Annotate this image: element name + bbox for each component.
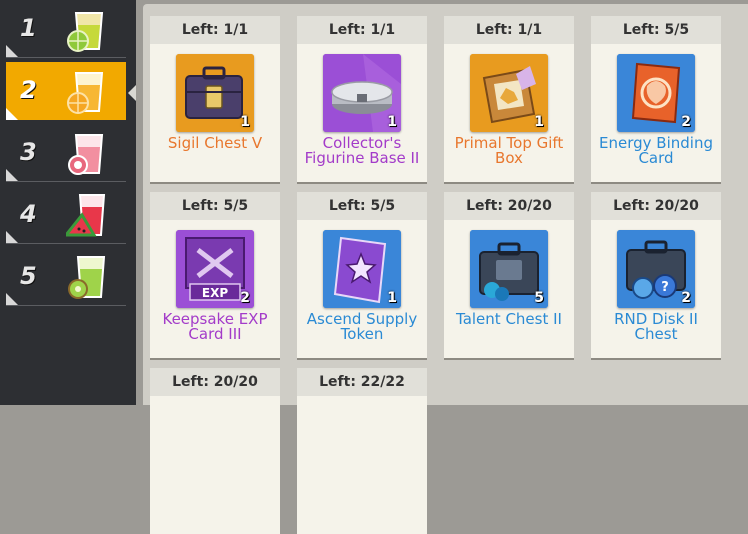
lime-juice-icon	[67, 12, 104, 52]
item-name: Talent Chest II	[456, 310, 562, 328]
sidebar-item-number: 1	[20, 14, 37, 42]
sidebar-item-2[interactable]: 2	[6, 62, 126, 120]
remaining-count: Left: 1/1	[444, 16, 574, 44]
orange-juice-icon	[67, 72, 104, 114]
sidebar-item-number: 4	[20, 200, 37, 228]
svg-text:?: ?	[661, 280, 669, 295]
remaining-count: Left: 5/5	[150, 192, 280, 220]
active-pointer	[128, 85, 136, 101]
item-icon-frame: ? 2	[617, 230, 695, 308]
item-name: Ascend Supply Token	[306, 310, 418, 343]
corner-marker	[6, 108, 18, 120]
item-icon-frame: 5	[470, 230, 548, 308]
item-name: Primal Top Gift Box	[454, 134, 564, 167]
item-quantity: 2	[681, 290, 691, 306]
remaining-count: Left: 22/22	[297, 368, 427, 396]
item-icon-frame: 1	[176, 54, 254, 132]
item-quantity: 2	[681, 114, 691, 130]
remaining-count: Left: 1/1	[150, 16, 280, 44]
item-quantity: 2	[240, 290, 250, 306]
svg-text:EXP: EXP	[202, 286, 228, 300]
kiwi-juice-icon	[68, 256, 106, 299]
remaining-count: Left: 5/5	[591, 16, 721, 44]
item-name: Keepsake EXP Card III	[162, 310, 268, 343]
item-name: Energy Binding Card	[599, 134, 713, 167]
item-quantity: 1	[387, 114, 397, 130]
corner-marker	[6, 45, 18, 57]
item-name: RND Disk II Chest	[614, 310, 698, 343]
sidebar-item-4[interactable]: 4	[6, 186, 126, 244]
item-card-rnd-disk-chest[interactable]: Left: 20/20 ? 2 RND Disk II Chest	[591, 192, 721, 358]
item-name: Sigil Chest V	[167, 134, 263, 152]
item-card-keepsake-exp-card[interactable]: Left: 5/5 EXP 2 Keepsake EXP Card III	[150, 192, 280, 358]
item-quantity: 1	[387, 290, 397, 306]
item-name: Collector's Figurine Base II	[304, 134, 420, 167]
sidebar-item-number: 5	[20, 262, 37, 290]
watermelon-juice-icon	[66, 194, 106, 237]
item-panel: Left: 1/1 1 Sigil Chest V Left: 1/1 1 Co…	[143, 4, 748, 534]
item-icon-frame: 1	[470, 54, 548, 132]
item-card-sigil-chest[interactable]: Left: 1/1 1 Sigil Chest V	[150, 16, 280, 182]
remaining-count: Left: 20/20	[444, 192, 574, 220]
item-card-talent-chest[interactable]: Left: 20/20 5 Talent Chest II	[444, 192, 574, 358]
remaining-count: Left: 20/20	[150, 368, 280, 396]
item-card-gift-box[interactable]: Left: 1/1 1 Primal Top Gift Box	[444, 16, 574, 182]
sidebar-item-3[interactable]: 3	[6, 124, 126, 182]
remaining-count: Left: 20/20	[591, 192, 721, 220]
item-card-ascend-supply-token[interactable]: Left: 5/5 1 Ascend Supply Token	[297, 192, 427, 358]
item-card-figurine-base[interactable]: Left: 1/1 1 Collector's Figurine Base II	[297, 16, 427, 182]
corner-marker	[6, 293, 18, 305]
item-card-row3-2[interactable]: Left: 22/22	[297, 368, 427, 534]
item-icon-frame: EXP 2	[176, 230, 254, 308]
sidebar-item-1[interactable]: 1	[6, 0, 126, 58]
item-card-energy-binding-card[interactable]: Left: 5/5 2 Energy Binding Card	[591, 16, 721, 182]
sidebar-item-5[interactable]: 5	[6, 248, 126, 306]
item-icon-frame: 1	[323, 230, 401, 308]
corner-marker	[6, 169, 18, 181]
item-card-row3-1[interactable]: Left: 20/20	[150, 368, 280, 534]
item-quantity: 5	[534, 290, 544, 306]
lychee-juice-icon	[68, 134, 104, 175]
corner-marker	[6, 231, 18, 243]
item-quantity: 1	[240, 114, 250, 130]
item-quantity: 1	[534, 114, 544, 130]
item-icon-frame: 1	[323, 54, 401, 132]
item-icon-frame: 2	[617, 54, 695, 132]
sidebar-item-number: 2	[20, 76, 37, 104]
sidebar-item-number: 3	[20, 138, 37, 166]
remaining-count: Left: 5/5	[297, 192, 427, 220]
sidebar: 1 2 3 4 5	[0, 0, 136, 405]
remaining-count: Left: 1/1	[297, 16, 427, 44]
